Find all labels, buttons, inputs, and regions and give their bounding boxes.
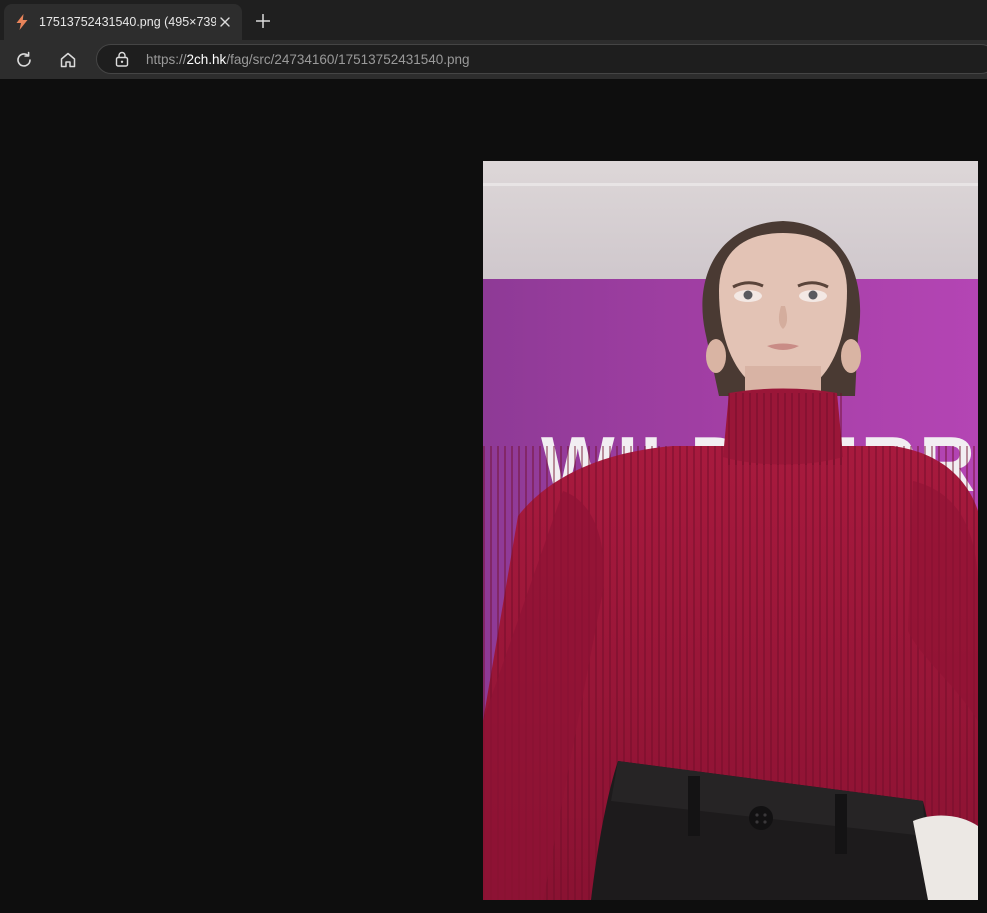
reload-icon <box>17 51 31 67</box>
new-tab-button[interactable] <box>252 10 274 32</box>
displayed-image[interactable]: WILDBERRIES <box>483 161 978 900</box>
reload-button[interactable] <box>11 47 37 73</box>
url-text: https://2ch.hk/fag/src/24734160/17513752… <box>146 52 470 67</box>
lock-icon[interactable] <box>114 51 130 67</box>
address-bar[interactable]: https://2ch.hk/fag/src/24734160/17513752… <box>96 44 987 74</box>
tab-strip: 17513752431540.png (495×739) <box>0 0 987 40</box>
home-button[interactable] <box>55 47 81 73</box>
url-scheme: https:// <box>146 51 187 67</box>
tab-title: 17513752431540.png (495×739) <box>39 15 216 29</box>
toolbar: https://2ch.hk/fag/src/24734160/17513752… <box>0 40 987 79</box>
browser-window: 17513752431540.png (495×739) https://2ch… <box>0 0 987 913</box>
home-icon <box>60 52 76 68</box>
close-tab-icon[interactable] <box>216 13 234 31</box>
plus-icon <box>256 14 270 28</box>
url-host: 2ch.hk <box>186 51 227 67</box>
page-viewport: WILDBERRIES <box>0 79 987 913</box>
url-path: /fag/src/24734160/17513752431540.png <box>226 51 470 67</box>
active-tab[interactable]: 17513752431540.png (495×739) <box>4 4 242 40</box>
photo: WILDBERRIES <box>483 161 978 900</box>
lightning-icon <box>14 14 30 30</box>
